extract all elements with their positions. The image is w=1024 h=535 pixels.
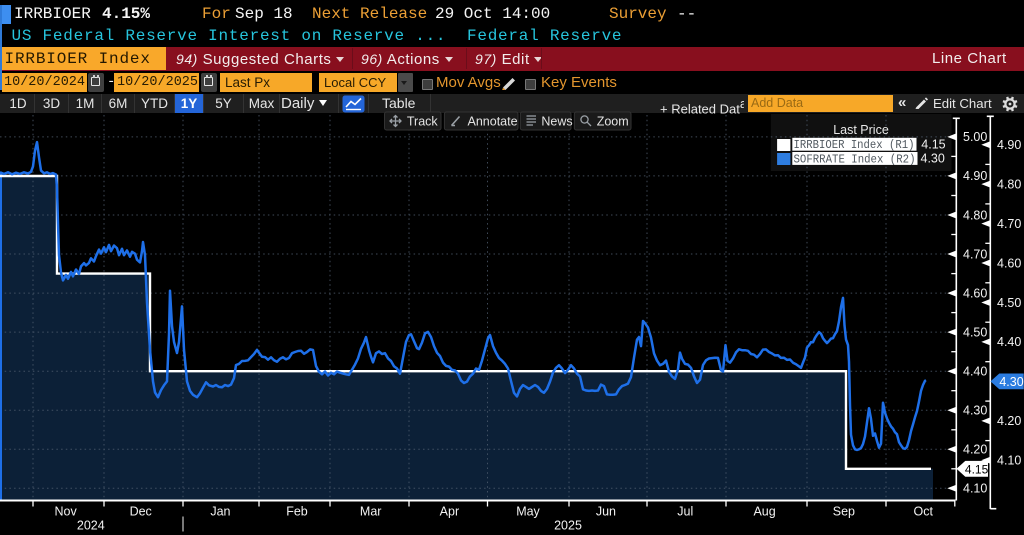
svg-text:4.60: 4.60 (997, 256, 1021, 270)
svg-text:4.30: 4.30 (999, 375, 1023, 389)
svg-text:Aug: Aug (753, 505, 775, 519)
svg-text:Jun: Jun (596, 505, 616, 519)
svg-text:2025: 2025 (554, 519, 582, 533)
svg-text:Zoom: Zoom (597, 115, 629, 129)
svg-text:News: News (541, 115, 572, 129)
svg-text:2024: 2024 (77, 519, 105, 533)
svg-text:Apr: Apr (440, 505, 459, 519)
svg-text:4.15: 4.15 (965, 462, 989, 476)
svg-text:4.10: 4.10 (997, 454, 1021, 468)
svg-text:4.90: 4.90 (963, 169, 987, 183)
svg-text:4.60: 4.60 (963, 286, 987, 300)
svg-text:4.90: 4.90 (997, 138, 1021, 152)
svg-text:5.00: 5.00 (963, 130, 987, 144)
svg-text:4.15: 4.15 (921, 137, 945, 151)
svg-text:Feb: Feb (286, 505, 308, 519)
svg-text:Sep: Sep (833, 505, 855, 519)
svg-text:May: May (516, 505, 540, 519)
svg-text:Jan: Jan (210, 505, 230, 519)
svg-text:Oct: Oct (913, 505, 933, 519)
svg-text:4.30: 4.30 (963, 404, 987, 418)
svg-text:4.30: 4.30 (921, 152, 945, 166)
svg-text:4.10: 4.10 (963, 482, 987, 496)
svg-text:4.70: 4.70 (963, 247, 987, 261)
svg-text:4.20: 4.20 (997, 414, 1021, 428)
svg-text:Track: Track (407, 115, 439, 129)
svg-text:Nov: Nov (54, 505, 77, 519)
svg-text:4.50: 4.50 (963, 325, 987, 339)
svg-text:Jul: Jul (677, 505, 693, 519)
svg-text:4.40: 4.40 (997, 335, 1021, 349)
svg-text:4.50: 4.50 (997, 296, 1021, 310)
svg-text:Dec: Dec (130, 505, 152, 519)
svg-text:4.20: 4.20 (963, 443, 987, 457)
svg-text:Mar: Mar (360, 505, 382, 519)
svg-text:IRRBIOER Index (R1): IRRBIOER Index (R1) (794, 138, 915, 152)
svg-text:4.80: 4.80 (963, 208, 987, 222)
svg-text:4.80: 4.80 (997, 177, 1021, 191)
svg-text:4.40: 4.40 (963, 365, 987, 379)
svg-text:Annotate: Annotate (468, 115, 518, 129)
svg-text:SOFRRATE Index (R2): SOFRRATE Index (R2) (794, 152, 916, 166)
svg-text:Last Price: Last Price (833, 123, 889, 137)
svg-text:4.70: 4.70 (997, 217, 1021, 231)
